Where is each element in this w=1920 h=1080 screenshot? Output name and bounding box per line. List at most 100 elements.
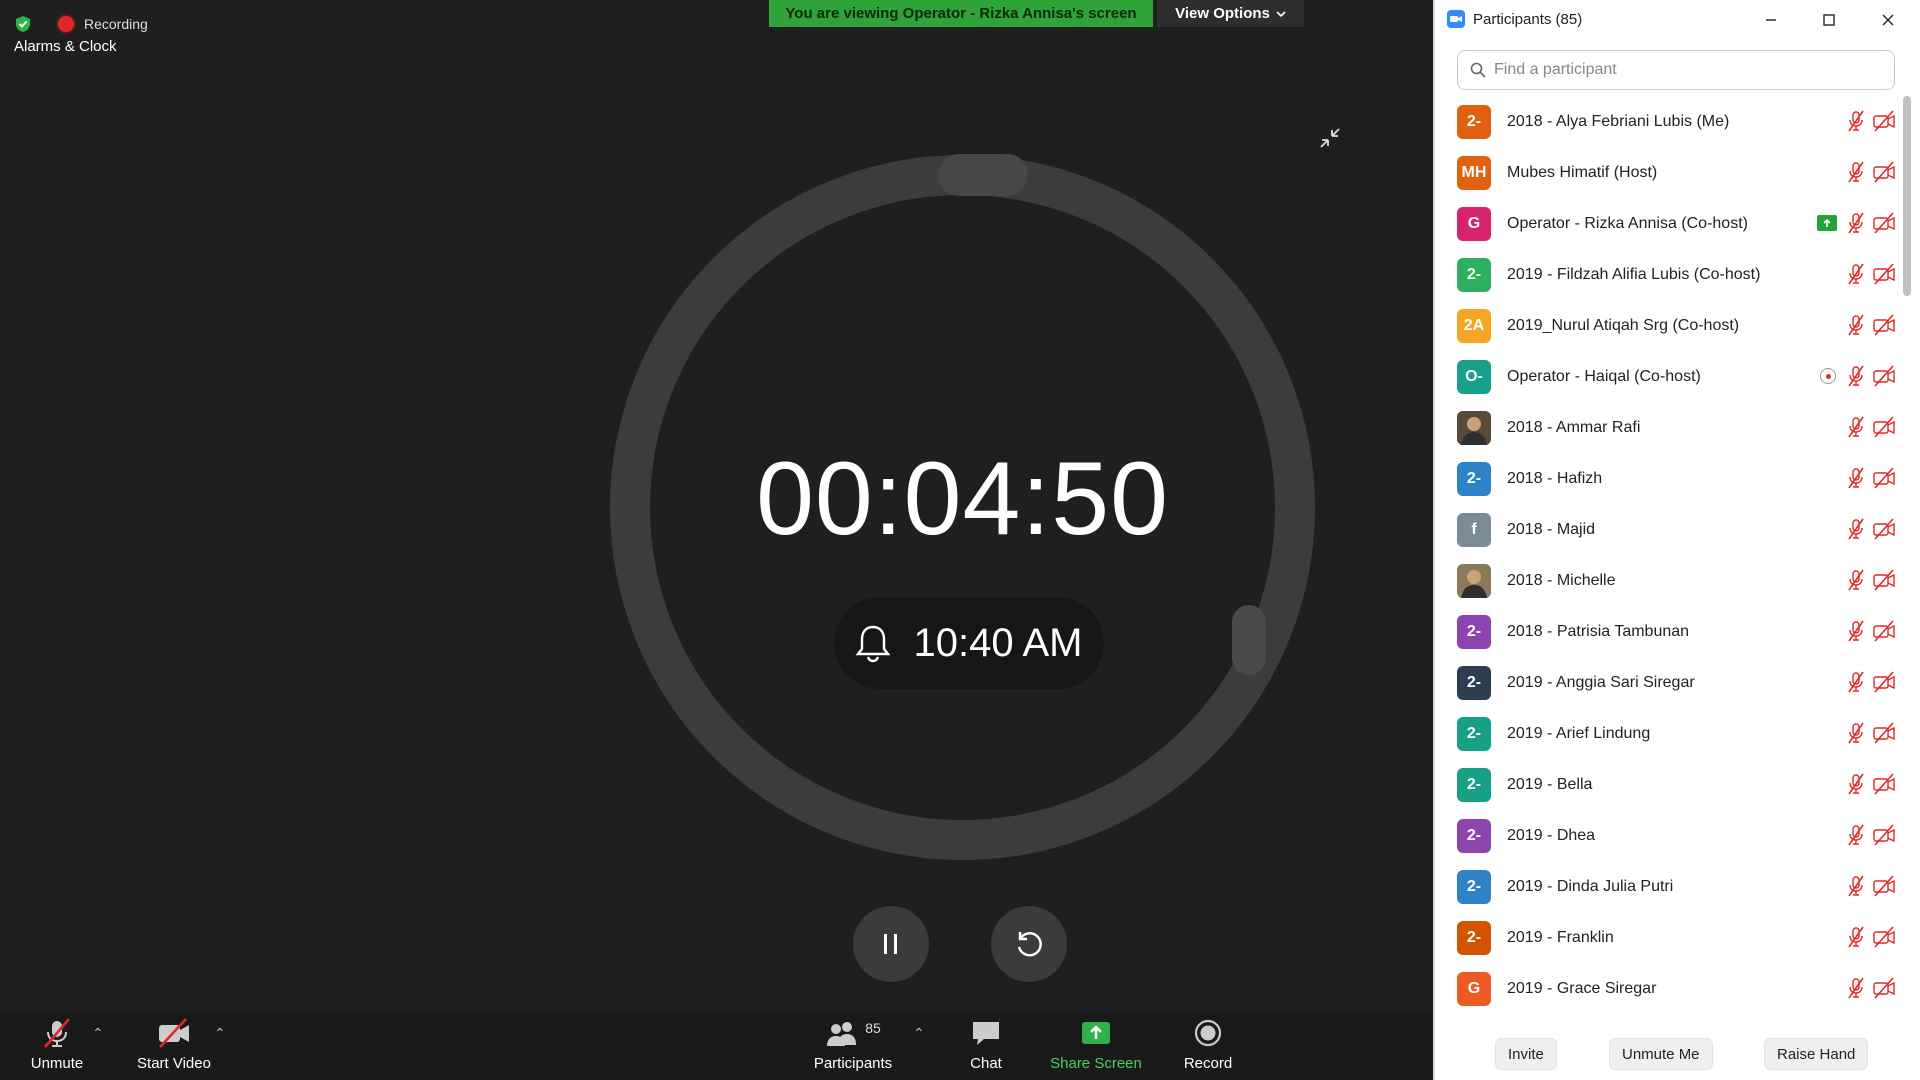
participant-row[interactable]: 2- 2018 - Patrisia Tambunan [1435, 606, 1905, 657]
participant-name: 2018 - Majid [1507, 520, 1596, 538]
share-screen-button[interactable]: Share Screen [1046, 1013, 1146, 1080]
video-off-icon [1872, 161, 1896, 188]
pause-button[interactable] [853, 906, 929, 982]
exit-compact-overlay-icon[interactable] [1318, 126, 1342, 150]
video-options-caret-icon[interactable]: ⌃ [214, 1025, 226, 1042]
participant-row[interactable]: 2- 2019 - Dinda Julia Putri [1435, 861, 1905, 912]
unmute-me-button[interactable]: Unmute Me [1609, 1038, 1713, 1070]
participant-status-icons [1745, 708, 1895, 759]
video-off-icon [1872, 467, 1896, 494]
participant-status-icons [1745, 96, 1895, 147]
muted-mic-icon [1845, 211, 1867, 240]
participant-row[interactable]: f 2018 - Majid [1435, 504, 1905, 555]
participants-button[interactable]: 85 Participants [808, 1013, 898, 1080]
shared-screen-view: Recording Alarms & Clock You are viewing… [0, 0, 1433, 1013]
minimize-icon[interactable] [1759, 8, 1783, 32]
participant-status-icons [1745, 402, 1895, 453]
participant-avatar: 2- [1457, 716, 1491, 751]
shared-app-title: Alarms & Clock [14, 38, 117, 55]
participant-name: Operator - Rizka Annisa (Co-host) [1507, 214, 1748, 232]
participant-row[interactable]: 2- 2019 - Franklin [1435, 912, 1905, 963]
invite-button[interactable]: Invite [1495, 1038, 1557, 1070]
participant-avatar: 2- [1457, 614, 1491, 649]
video-off-icon [1872, 977, 1896, 1004]
participant-name: 2019 - Grace Siregar [1507, 979, 1657, 997]
timer-end-time: 10:40 AM [834, 597, 1104, 689]
participant-row[interactable]: 2018 - Michelle [1435, 555, 1905, 606]
participant-avatar: G [1457, 206, 1491, 241]
participant-row[interactable]: MH Mubes Himatif (Host) [1435, 147, 1905, 198]
audio-options-caret-icon[interactable]: ⌃ [92, 1025, 104, 1042]
participant-avatar: G [1457, 971, 1491, 1006]
participant-search-box[interactable] [1457, 50, 1895, 90]
muted-mic-icon [1845, 160, 1867, 189]
close-icon[interactable] [1876, 8, 1900, 32]
video-off-icon [1872, 365, 1896, 392]
muted-mic-icon [1845, 364, 1867, 393]
record-label: Record [1183, 1055, 1233, 1072]
video-off-icon [1872, 671, 1896, 698]
participant-name: 2018 - Patrisia Tambunan [1507, 622, 1690, 640]
participant-name: Operator - Haiqal (Co-host) [1507, 367, 1701, 385]
reset-button[interactable] [991, 906, 1067, 982]
muted-mic-icon [1845, 670, 1867, 699]
participants-icon [827, 1022, 857, 1046]
participant-row[interactable]: G 2019 - Grace Siregar [1435, 963, 1905, 1014]
muted-mic-icon [1845, 772, 1867, 801]
participant-status-icons [1745, 198, 1895, 249]
maximize-icon[interactable] [1817, 8, 1841, 32]
participant-row[interactable]: 2A 2019_Nurul Atiqah Srg (Co-host) [1435, 300, 1905, 351]
muted-mic-icon [1845, 109, 1867, 138]
participant-avatar: 2- [1457, 461, 1491, 496]
muted-mic-icon [1845, 976, 1867, 1005]
timer-ring-start-marker [938, 154, 1028, 196]
participant-row[interactable]: O- Operator - Haiqal (Co-host) [1435, 351, 1905, 402]
participant-avatar: f [1457, 512, 1491, 547]
participant-avatar: O- [1457, 359, 1491, 394]
pause-icon [884, 934, 897, 954]
participant-list-scrollbar[interactable] [1903, 96, 1911, 296]
video-off-icon [159, 1018, 189, 1048]
record-button[interactable]: Record [1178, 1013, 1238, 1080]
zoom-logo-icon [1447, 10, 1465, 28]
video-off-icon [1872, 926, 1896, 953]
participant-search-input[interactable] [1494, 61, 1874, 79]
chat-icon [973, 1022, 999, 1045]
participant-name: 2019 - Arief Lindung [1507, 724, 1651, 742]
video-off-icon [1872, 110, 1896, 137]
participant-name: 2018 - Michelle [1507, 571, 1616, 589]
sharing-screen-icon [1817, 215, 1837, 231]
video-off-icon [1872, 722, 1896, 749]
unmute-button[interactable]: Unmute [22, 1013, 92, 1080]
participants-panel: Participants (85) 2- 2018 - Alya Febriani… [1433, 0, 1920, 1080]
participant-row[interactable]: 2- 2018 - Alya Febriani Lubis (Me) [1435, 96, 1905, 147]
participant-avatar: 2- [1457, 104, 1491, 139]
encryption-shield-icon[interactable] [14, 15, 32, 33]
participant-row[interactable]: 2- 2019 - Dhea [1435, 810, 1905, 861]
view-options-button[interactable]: View Options [1157, 0, 1304, 27]
meeting-status: Recording Alarms & Clock [14, 14, 148, 55]
participants-panel-title: Participants (85) [1473, 10, 1583, 28]
muted-mic-icon [1845, 874, 1867, 903]
muted-mic-icon [1845, 619, 1867, 648]
participant-row[interactable]: 2- 2019 - Bella [1435, 759, 1905, 810]
start-video-button[interactable]: Start Video [132, 1013, 216, 1080]
participant-name: 2018 - Ammar Rafi [1507, 418, 1641, 436]
participant-photo-avatar [1457, 410, 1491, 445]
raise-hand-button[interactable]: Raise Hand [1764, 1038, 1869, 1070]
bell-icon [855, 625, 891, 663]
participant-row[interactable]: 2- 2019 - Fildzah Alifia Lubis (Co-host) [1435, 249, 1905, 300]
participant-row[interactable]: 2018 - Ammar Rafi [1435, 402, 1905, 453]
participant-row[interactable]: G Operator - Rizka Annisa (Co-host) [1435, 198, 1905, 249]
alarm-time-text: 10:40 AM [913, 620, 1083, 665]
participants-options-caret-icon[interactable]: ⌃ [913, 1025, 925, 1042]
participant-row[interactable]: 2- 2018 - Hafizh [1435, 453, 1905, 504]
participant-avatar: 2- [1457, 257, 1491, 292]
chat-label: Chat [970, 1055, 1002, 1072]
participant-name: 2019 - Franklin [1507, 928, 1614, 946]
recording-label[interactable]: Recording [84, 16, 148, 32]
participant-row[interactable]: 2- 2019 - Anggia Sari Siregar [1435, 657, 1905, 708]
chat-button[interactable]: Chat [960, 1013, 1012, 1080]
participant-row[interactable]: 2- 2019 - Arief Lindung [1435, 708, 1905, 759]
video-off-icon [1872, 518, 1896, 545]
